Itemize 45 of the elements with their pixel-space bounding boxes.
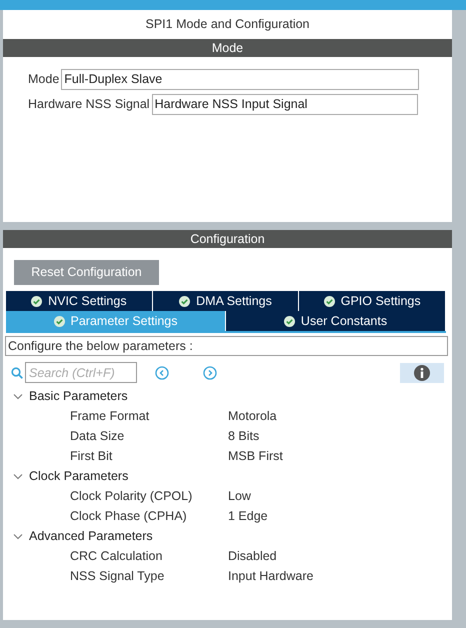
- parameter-value[interactable]: Input Hardware: [228, 566, 314, 586]
- parameter-name: NSS Signal Type: [70, 568, 166, 585]
- description-text: Configure the below parameters :: [5, 336, 448, 356]
- group-label[interactable]: Clock Parameters: [29, 466, 128, 486]
- right-chevron-icon: [203, 366, 217, 380]
- parameter-value[interactable]: Motorola: [228, 406, 277, 426]
- parameter-value[interactable]: Low: [228, 486, 251, 506]
- field-label: Mode: [28, 70, 60, 88]
- info-button[interactable]: [400, 362, 444, 382]
- parameter-name: CRC Calculation: [70, 548, 164, 565]
- parameter-value[interactable]: Disabled: [228, 546, 277, 566]
- parameter-name: First Bit: [70, 448, 114, 465]
- dropdown-field[interactable]: Hardware NSS Input Signal: [152, 94, 418, 115]
- next-button[interactable]: [203, 366, 217, 380]
- tab[interactable]: NVIC Settings: [6, 291, 153, 311]
- group-label[interactable]: Basic Parameters: [29, 386, 128, 406]
- check-circle-icon: [31, 296, 42, 306]
- collapse-chevron-icon[interactable]: [13, 532, 23, 540]
- collapse-chevron-icon[interactable]: [13, 472, 23, 480]
- parameter-value[interactable]: 1 Edge: [228, 506, 268, 526]
- search-field[interactable]: Search (Ctrl+F): [25, 362, 137, 383]
- parameter-value[interactable]: 8 Bits: [228, 426, 260, 446]
- parameter-name: Frame Format: [70, 408, 150, 425]
- panel-title: SPI1 Mode and Configuration: [144, 16, 310, 33]
- tab[interactable]: GPIO Settings: [299, 291, 446, 311]
- parameter-name: Clock Polarity (CPOL): [70, 488, 194, 505]
- tab[interactable]: User Constants: [226, 311, 446, 331]
- parameter-name: Clock Phase (CPHA): [70, 508, 188, 525]
- check-circle-icon: [284, 316, 295, 326]
- tab[interactable]: DMA Settings: [152, 291, 300, 311]
- section-header: Mode: [3, 38, 452, 57]
- left-chevron-icon: [155, 366, 169, 380]
- parameter-value[interactable]: MSB First: [228, 446, 283, 466]
- search-icon: [11, 366, 23, 378]
- section-header: Configuration: [3, 230, 452, 248]
- check-circle-icon: [54, 316, 64, 326]
- previous-button[interactable]: [155, 366, 169, 380]
- collapse-chevron-icon[interactable]: [13, 392, 23, 400]
- dropdown-field[interactable]: Full-Duplex Slave: [61, 68, 420, 90]
- parameter-name: Data Size: [70, 428, 126, 445]
- check-circle-icon: [324, 296, 335, 306]
- info-icon: [414, 364, 430, 380]
- check-circle-icon: [179, 296, 190, 306]
- field-label: Hardware NSS Signal: [28, 96, 150, 113]
- group-label[interactable]: Advanced Parameters: [29, 526, 153, 546]
